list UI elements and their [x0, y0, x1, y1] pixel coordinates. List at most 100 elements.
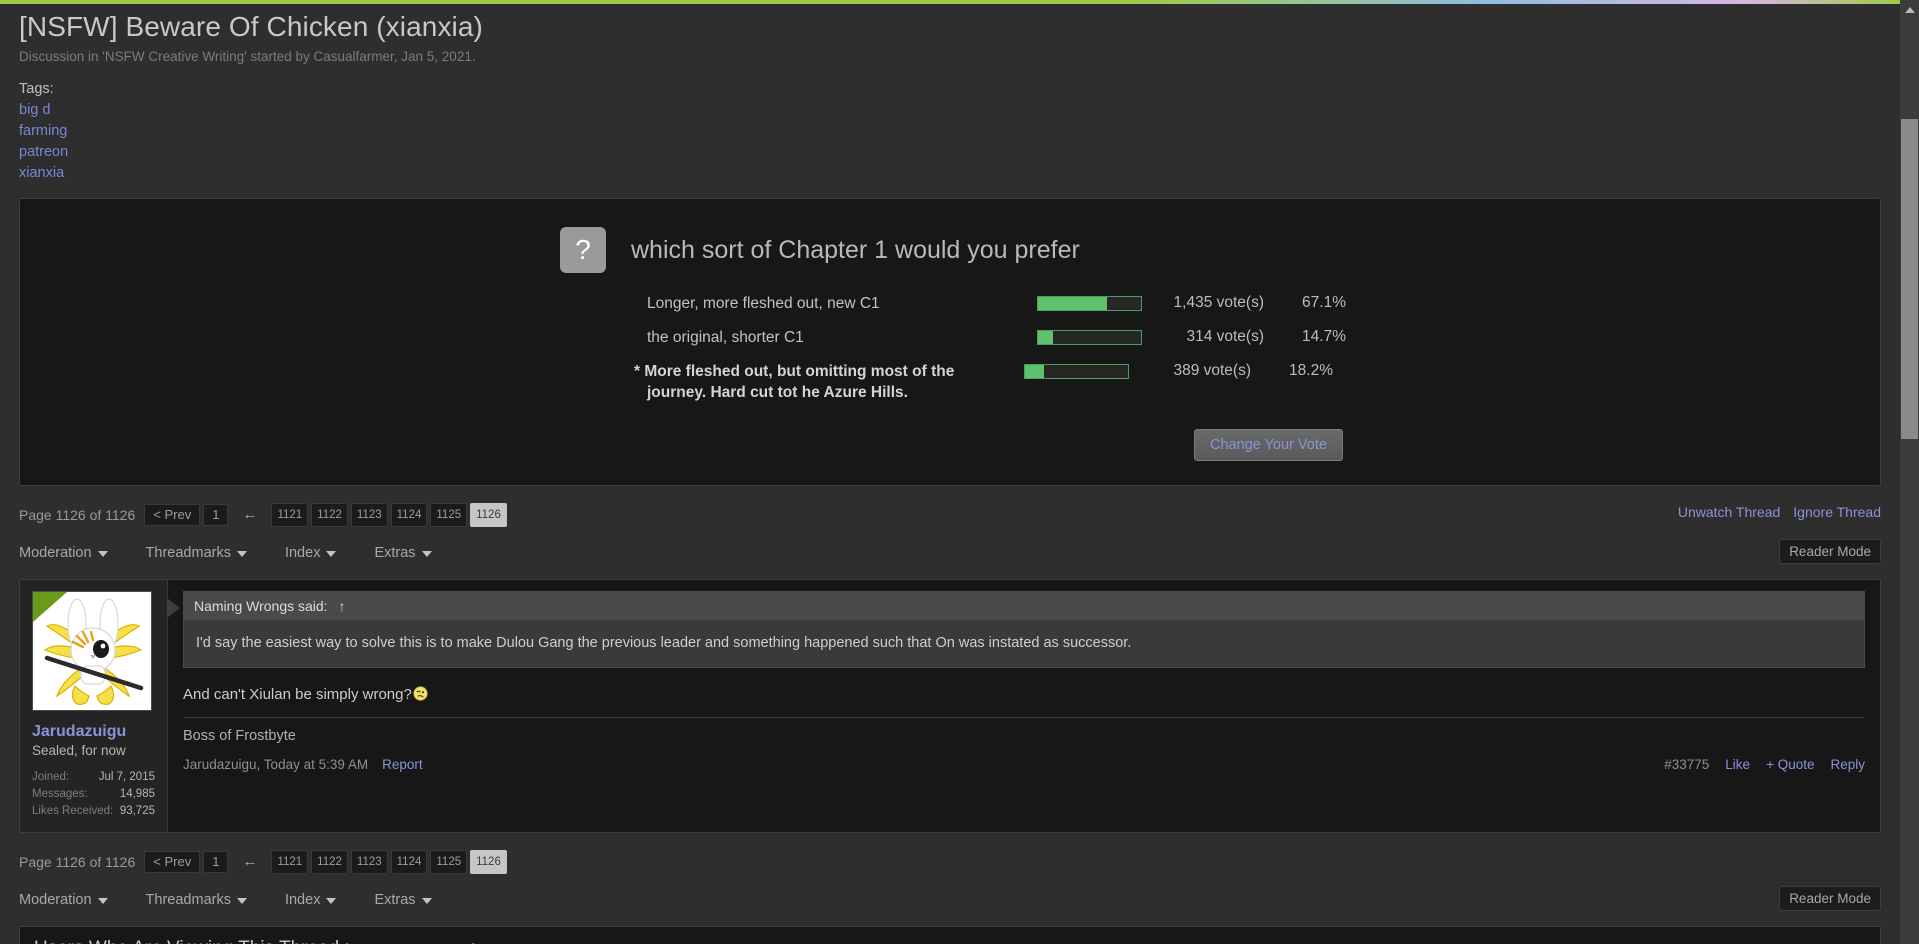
menu-index[interactable]: Index: [284, 892, 337, 908]
pagination-top: Page 1126 of 1126 < Prev 1 ← 1121 1122 1…: [19, 503, 1881, 527]
poll-percent: 14.7%: [1302, 328, 1346, 345]
chevron-down-icon: [97, 551, 108, 557]
change-vote-button[interactable]: Change Your Vote: [1194, 429, 1343, 461]
page-button[interactable]: 1122: [311, 850, 348, 874]
tag-link[interactable]: xianxia: [19, 163, 1881, 184]
avatar-art: [33, 592, 151, 710]
menu-index[interactable]: Index: [284, 545, 337, 561]
tags-block: Tags: big d farming patreon xianxia: [19, 79, 1881, 184]
pagination-bottom: Page 1126 of 1126 < Prev 1 ← 1121 1122 1…: [19, 850, 1881, 874]
stat-row: Messages: 14,985: [32, 786, 155, 803]
menu-threadmarks[interactable]: Threadmarks: [146, 892, 247, 908]
menu-label: Index: [284, 892, 321, 908]
page-title: [NSFW] Beware Of Chicken (xianxia): [19, 11, 483, 42]
quote-author: Naming Wrongs said:: [194, 598, 328, 614]
up-arrow-icon[interactable]: ↑: [338, 598, 345, 614]
menu-threadmarks[interactable]: Threadmarks: [146, 545, 247, 561]
tags-label: Tags:: [19, 81, 54, 97]
page-button[interactable]: 1125: [430, 503, 468, 527]
tag-link[interactable]: farming: [19, 121, 1881, 142]
page-button-current[interactable]: 1126: [470, 503, 507, 527]
page-button-first[interactable]: 1: [203, 504, 229, 526]
menu-label: Threadmarks: [145, 892, 231, 908]
page-count-label: Page 1126 of 1126: [19, 854, 136, 870]
post-message-text: And can't Xiulan be simply wrong?: [183, 684, 1865, 717]
poll-percent: 67.1%: [1302, 294, 1346, 311]
page-button[interactable]: 1123: [350, 503, 388, 527]
quote-header: Naming Wrongs said: ↑: [184, 592, 1864, 620]
report-link[interactable]: Report: [382, 757, 423, 772]
poll-container: ? which sort of Chapter 1 would you pref…: [19, 198, 1881, 486]
poll-vote-count: 314 vote(s): [1186, 328, 1264, 345]
prev-page-button[interactable]: < Prev: [144, 504, 201, 526]
prev-page-button[interactable]: < Prev: [144, 851, 201, 873]
user-avatar-bunny-icon[interactable]: [32, 591, 152, 711]
menu-label: Extras: [374, 892, 416, 908]
quote-text: I'd say the easiest way to solve this is…: [184, 620, 1864, 667]
page-button[interactable]: 1124: [390, 503, 428, 527]
menu-extras[interactable]: Extras: [374, 545, 432, 561]
page-button[interactable]: 1121: [271, 850, 309, 874]
post-author-name[interactable]: Jarudazuigu: [32, 723, 155, 741]
poll-vote-count: 1,435 vote(s): [1173, 294, 1264, 311]
page-button[interactable]: 1124: [390, 850, 428, 874]
stat-row: Joined: Jul 7, 2015: [32, 769, 155, 786]
quote-button[interactable]: + Quote: [1766, 757, 1814, 772]
menu-extras[interactable]: Extras: [374, 892, 432, 908]
tag-link[interactable]: patreon: [19, 142, 1881, 163]
chevron-down-icon: [236, 898, 247, 904]
poll-results: Longer, more fleshed out, new C1 1,435 v…: [20, 293, 1880, 403]
post-divider: [183, 717, 1865, 718]
post-meta: Jarudazuigu, Today at 5:39 AM: [183, 757, 369, 772]
page-scrollbar[interactable]: [1900, 0, 1919, 944]
poll-row: * More fleshed out, but omitting most of…: [634, 361, 1880, 403]
poll-percent: 18.2%: [1289, 362, 1333, 379]
forum-page: [NSFW] Beware Of Chicken (xianxia) Discu…: [0, 0, 1900, 944]
thread-actions: Unwatch Thread Ignore Thread: [1678, 504, 1881, 520]
post-container: Jarudazuigu Sealed, for now Joined: Jul …: [19, 579, 1881, 833]
reader-mode-button[interactable]: Reader Mode: [1779, 539, 1881, 564]
page-button[interactable]: 1123: [350, 850, 388, 874]
poll-bar-wrapper: [1037, 327, 1142, 345]
poll-button-row: Change Your Vote: [20, 429, 1880, 461]
menu-label: Moderation: [19, 545, 92, 561]
poll-bar: [1024, 364, 1129, 379]
quote-block: Naming Wrongs said: ↑ I'd say the easies…: [183, 591, 1865, 668]
page-button[interactable]: 1125: [430, 850, 468, 874]
reply-button[interactable]: Reply: [1830, 757, 1865, 772]
post-number[interactable]: #33775: [1664, 757, 1709, 772]
unwatch-thread-link[interactable]: Unwatch Thread: [1678, 504, 1780, 520]
page-button-current[interactable]: 1126: [470, 850, 507, 874]
stat-value: 93,725: [119, 805, 155, 817]
poll-option-label: the original, shorter C1: [647, 329, 804, 346]
tag-link[interactable]: big d: [19, 100, 1881, 121]
page-button[interactable]: 1121: [271, 503, 309, 527]
menu-label: Index: [284, 545, 321, 561]
poll-row: the original, shorter C1 314 vote(s) 14.…: [647, 327, 1880, 348]
stat-key: Joined:: [32, 771, 70, 783]
thread-toolbar-top: Moderation Threadmarks Index Extras Read…: [19, 539, 1881, 565]
stat-value: Jul 7, 2015: [98, 771, 155, 783]
users-viewing-heading: Users Who Are Viewing This Thread: [34, 938, 339, 944]
poll-question: which sort of Chapter 1 would you prefer: [631, 235, 1080, 264]
scrollbar-track[interactable]: [1900, 19, 1919, 944]
poll-bar: [1037, 330, 1142, 345]
reader-mode-button[interactable]: Reader Mode: [1779, 886, 1881, 911]
ignore-thread-link[interactable]: Ignore Thread: [1793, 504, 1881, 520]
left-arrow-icon[interactable]: ←: [231, 852, 268, 872]
scroll-up-icon[interactable]: [1900, 0, 1919, 19]
menu-moderation[interactable]: Moderation: [19, 892, 108, 908]
page-button-first[interactable]: 1: [203, 851, 229, 873]
stat-value: 14,985: [119, 788, 155, 800]
users-viewing-panel: Users Who Are Viewing This Thread(Users:…: [19, 926, 1881, 944]
post-author-stats: Joined: Jul 7, 2015 Messages: 14,985 Lik…: [32, 769, 155, 820]
menu-label: Threadmarks: [145, 545, 231, 561]
left-arrow-icon[interactable]: ←: [231, 505, 268, 525]
like-button[interactable]: Like: [1725, 757, 1750, 772]
poll-header: ? which sort of Chapter 1 would you pref…: [20, 227, 1880, 273]
scrollbar-thumb[interactable]: [1901, 119, 1918, 439]
page-button[interactable]: 1122: [311, 503, 348, 527]
post-actions: #33775 Like + Quote Reply: [1664, 757, 1865, 772]
menu-moderation[interactable]: Moderation: [19, 545, 108, 561]
stat-key: Messages:: [32, 788, 88, 800]
